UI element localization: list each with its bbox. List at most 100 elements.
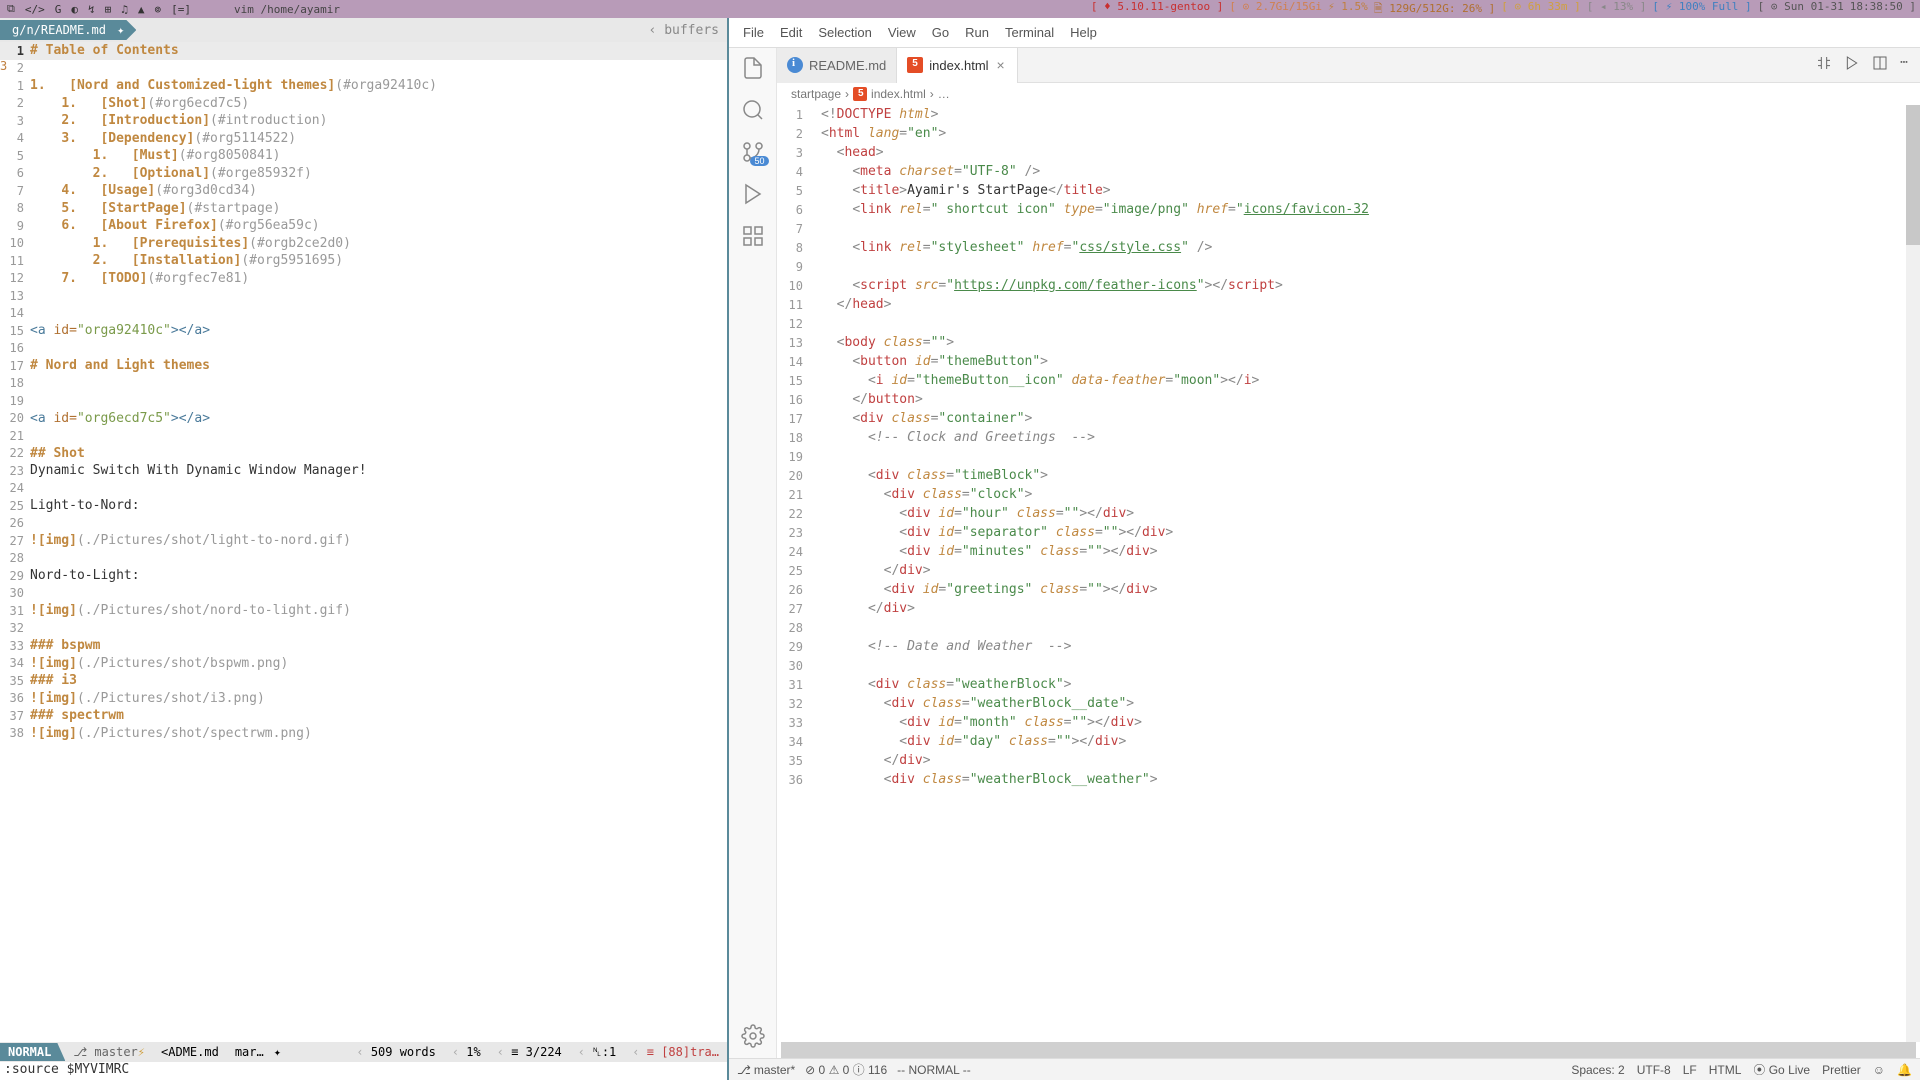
menu-item-edit[interactable]: Edit (774, 23, 808, 42)
vim-tab-active[interactable]: g/n/README.md ✦ (0, 20, 136, 40)
vim-editor-line[interactable]: 21 (0, 427, 727, 445)
vim-editor-line[interactable]: 3 2. [Introduction](#introduction) (0, 112, 727, 130)
editor-line[interactable]: 24 <div id="minutes" class=""></div> (777, 542, 1920, 561)
vim-editor-line[interactable]: 24 (0, 480, 727, 498)
vim-editor-line[interactable]: 2 (0, 60, 727, 78)
editor-line[interactable]: 3 <head> (777, 143, 1920, 162)
tray-icon[interactable]: ↯ (85, 3, 98, 16)
vim-editor-line[interactable]: 29Nord-to-Light: (0, 567, 727, 585)
menu-item-file[interactable]: File (737, 23, 770, 42)
editor-line[interactable]: 21 <div class="clock"> (777, 485, 1920, 504)
editor-line[interactable]: 5 <title>Ayamir's StartPage</title> (777, 181, 1920, 200)
more-actions-icon[interactable]: ⋯ (1900, 55, 1908, 75)
vim-editor-line[interactable]: 35### i3 (0, 672, 727, 690)
vim-editor-line[interactable]: 33### bspwm (0, 637, 727, 655)
editor-tab[interactable]: README.md (777, 48, 897, 83)
menu-item-terminal[interactable]: Terminal (999, 23, 1060, 42)
status-go-live[interactable]: ⦿ Go Live (1753, 1061, 1810, 1078)
activity-source-control-icon[interactable]: 50 (741, 140, 765, 164)
status-encoding[interactable]: UTF-8 (1637, 1063, 1671, 1077)
editor-line[interactable]: 29 <!-- Date and Weather --> (777, 637, 1920, 656)
vim-editor-line[interactable]: 16 (0, 340, 727, 358)
tray-icon[interactable]: G (52, 3, 65, 16)
editor-line[interactable]: 27 </div> (777, 599, 1920, 618)
vim-editor-line[interactable]: 12 7. [TODO](#orgfec7e81) (0, 270, 727, 288)
scrollbar-thumb[interactable] (1906, 105, 1920, 245)
tab-close-icon[interactable]: × (995, 57, 1007, 73)
status-problems[interactable]: ⊘ 0 ⚠ 0 ⓘ 116 (805, 1061, 887, 1078)
tray-icon[interactable]: ⧉ (4, 2, 18, 16)
editor-line[interactable]: 7 (777, 219, 1920, 238)
menu-item-help[interactable]: Help (1064, 23, 1103, 42)
vim-editor-line[interactable]: 19 (0, 392, 727, 410)
editor-line[interactable]: 32 <div class="weatherBlock__date"> (777, 694, 1920, 713)
vim-editor-line[interactable]: 17# Nord and Light themes (0, 357, 727, 375)
editor-line[interactable]: 28 (777, 618, 1920, 637)
breadcrumb-segment[interactable]: index.html (871, 87, 926, 101)
run-icon[interactable] (1844, 55, 1860, 75)
editor-line[interactable]: 9 (777, 257, 1920, 276)
vim-editor-line[interactable]: 25Light-to-Nord: (0, 497, 727, 515)
vim-editor-line[interactable]: 14 (0, 305, 727, 323)
tray-icon[interactable]: [=] (168, 3, 194, 16)
tray-icon[interactable]: ▲ (135, 3, 148, 16)
status-prettier[interactable]: Prettier (1822, 1063, 1861, 1077)
editor-tab[interactable]: index.html× (897, 48, 1017, 83)
vim-editor-line[interactable]: 22## Shot (0, 445, 727, 463)
vim-editor-line[interactable]: 23Dynamic Switch With Dynamic Window Man… (0, 462, 727, 480)
menu-item-go[interactable]: Go (926, 23, 955, 42)
editor-line[interactable]: 31 <div class="weatherBlock"> (777, 675, 1920, 694)
tray-icon[interactable]: ⊚ (151, 3, 164, 16)
vim-editor-line[interactable]: 34![img](./Pictures/shot/bspwm.png) (0, 655, 727, 673)
editor-line[interactable]: 19 (777, 447, 1920, 466)
tray-icon[interactable]: </> (22, 3, 48, 16)
status-bell-icon[interactable]: 🔔 (1897, 1063, 1912, 1077)
editor-line[interactable]: 16 </button> (777, 390, 1920, 409)
vim-editor[interactable]: 3 1# Table of Contents211. [Nord and Cus… (0, 42, 727, 1042)
menu-item-run[interactable]: Run (959, 23, 995, 42)
compare-changes-icon[interactable] (1816, 55, 1832, 75)
vim-editor-line[interactable]: 26 (0, 515, 727, 533)
vim-editor-line[interactable]: 11 2. [Installation](#org5951695) (0, 252, 727, 270)
editor-line[interactable]: 14 <button id="themeButton"> (777, 352, 1920, 371)
editor-line[interactable]: 11 </head> (777, 295, 1920, 314)
activity-settings-icon[interactable] (741, 1024, 765, 1048)
vim-buffers-label[interactable]: buffers (649, 23, 719, 38)
status-feedback-icon[interactable]: ☺ (1873, 1063, 1885, 1077)
vscode-editor[interactable]: 1<!DOCTYPE html>2<html lang="en">3 <head… (777, 105, 1920, 1042)
vim-command-line[interactable]: :source $MYVIMRC (0, 1062, 727, 1080)
status-indentation[interactable]: Spaces: 2 (1571, 1063, 1624, 1077)
tray-icon[interactable]: ⊞ (102, 3, 115, 16)
vim-editor-line[interactable]: 9 6. [About Firefox](#org56ea59c) (0, 217, 727, 235)
vim-editor-line[interactable]: 2 1. [Shot](#org6ecd7c5) (0, 95, 727, 113)
editor-line[interactable]: 22 <div id="hour" class=""></div> (777, 504, 1920, 523)
menu-item-selection[interactable]: Selection (812, 23, 877, 42)
vim-editor-line[interactable]: 7 4. [Usage](#org3d0cd34) (0, 182, 727, 200)
vim-editor-line[interactable]: 37### spectrwm (0, 707, 727, 725)
editor-line[interactable]: 25 </div> (777, 561, 1920, 580)
editor-line[interactable]: 26 <div id="greetings" class=""></div> (777, 580, 1920, 599)
vscode-breadcrumb[interactable]: startpage›index.html›… (777, 83, 1920, 105)
editor-line[interactable]: 4 <meta charset="UTF-8" /> (777, 162, 1920, 181)
vim-editor-line[interactable]: 28 (0, 550, 727, 568)
editor-line[interactable]: 13 <body class=""> (777, 333, 1920, 352)
vim-editor-line[interactable]: 32 (0, 620, 727, 638)
vim-editor-line[interactable]: 31![img](./Pictures/shot/nord-to-light.g… (0, 602, 727, 620)
vim-editor-line[interactable]: 15<a id="orga92410c"></a> (0, 322, 727, 340)
editor-line[interactable]: 1<!DOCTYPE html> (777, 105, 1920, 124)
editor-line[interactable]: 15 <i id="themeButton__icon" data-feathe… (777, 371, 1920, 390)
vscode-scrollbar[interactable] (1906, 105, 1920, 1042)
breadcrumb-segment[interactable]: startpage (791, 87, 841, 101)
vim-editor-line[interactable]: 10 1. [Prerequisites](#orgb2ce2d0) (0, 235, 727, 253)
editor-line[interactable]: 10 <script src="https://unpkg.com/feathe… (777, 276, 1920, 295)
vim-editor-line[interactable]: 38![img](./Pictures/shot/spectrwm.png) (0, 725, 727, 743)
vim-editor-line[interactable]: 6 2. [Optional](#orge85932f) (0, 165, 727, 183)
vim-editor-line[interactable]: 36![img](./Pictures/shot/i3.png) (0, 690, 727, 708)
tray-icon[interactable]: ◐ (68, 3, 81, 16)
status-language[interactable]: HTML (1709, 1063, 1742, 1077)
status-eol[interactable]: LF (1683, 1063, 1697, 1077)
activity-extensions-icon[interactable] (741, 224, 765, 248)
activity-explorer-icon[interactable] (741, 56, 765, 80)
editor-line[interactable]: 35 </div> (777, 751, 1920, 770)
vim-editor-line[interactable]: 30 (0, 585, 727, 603)
